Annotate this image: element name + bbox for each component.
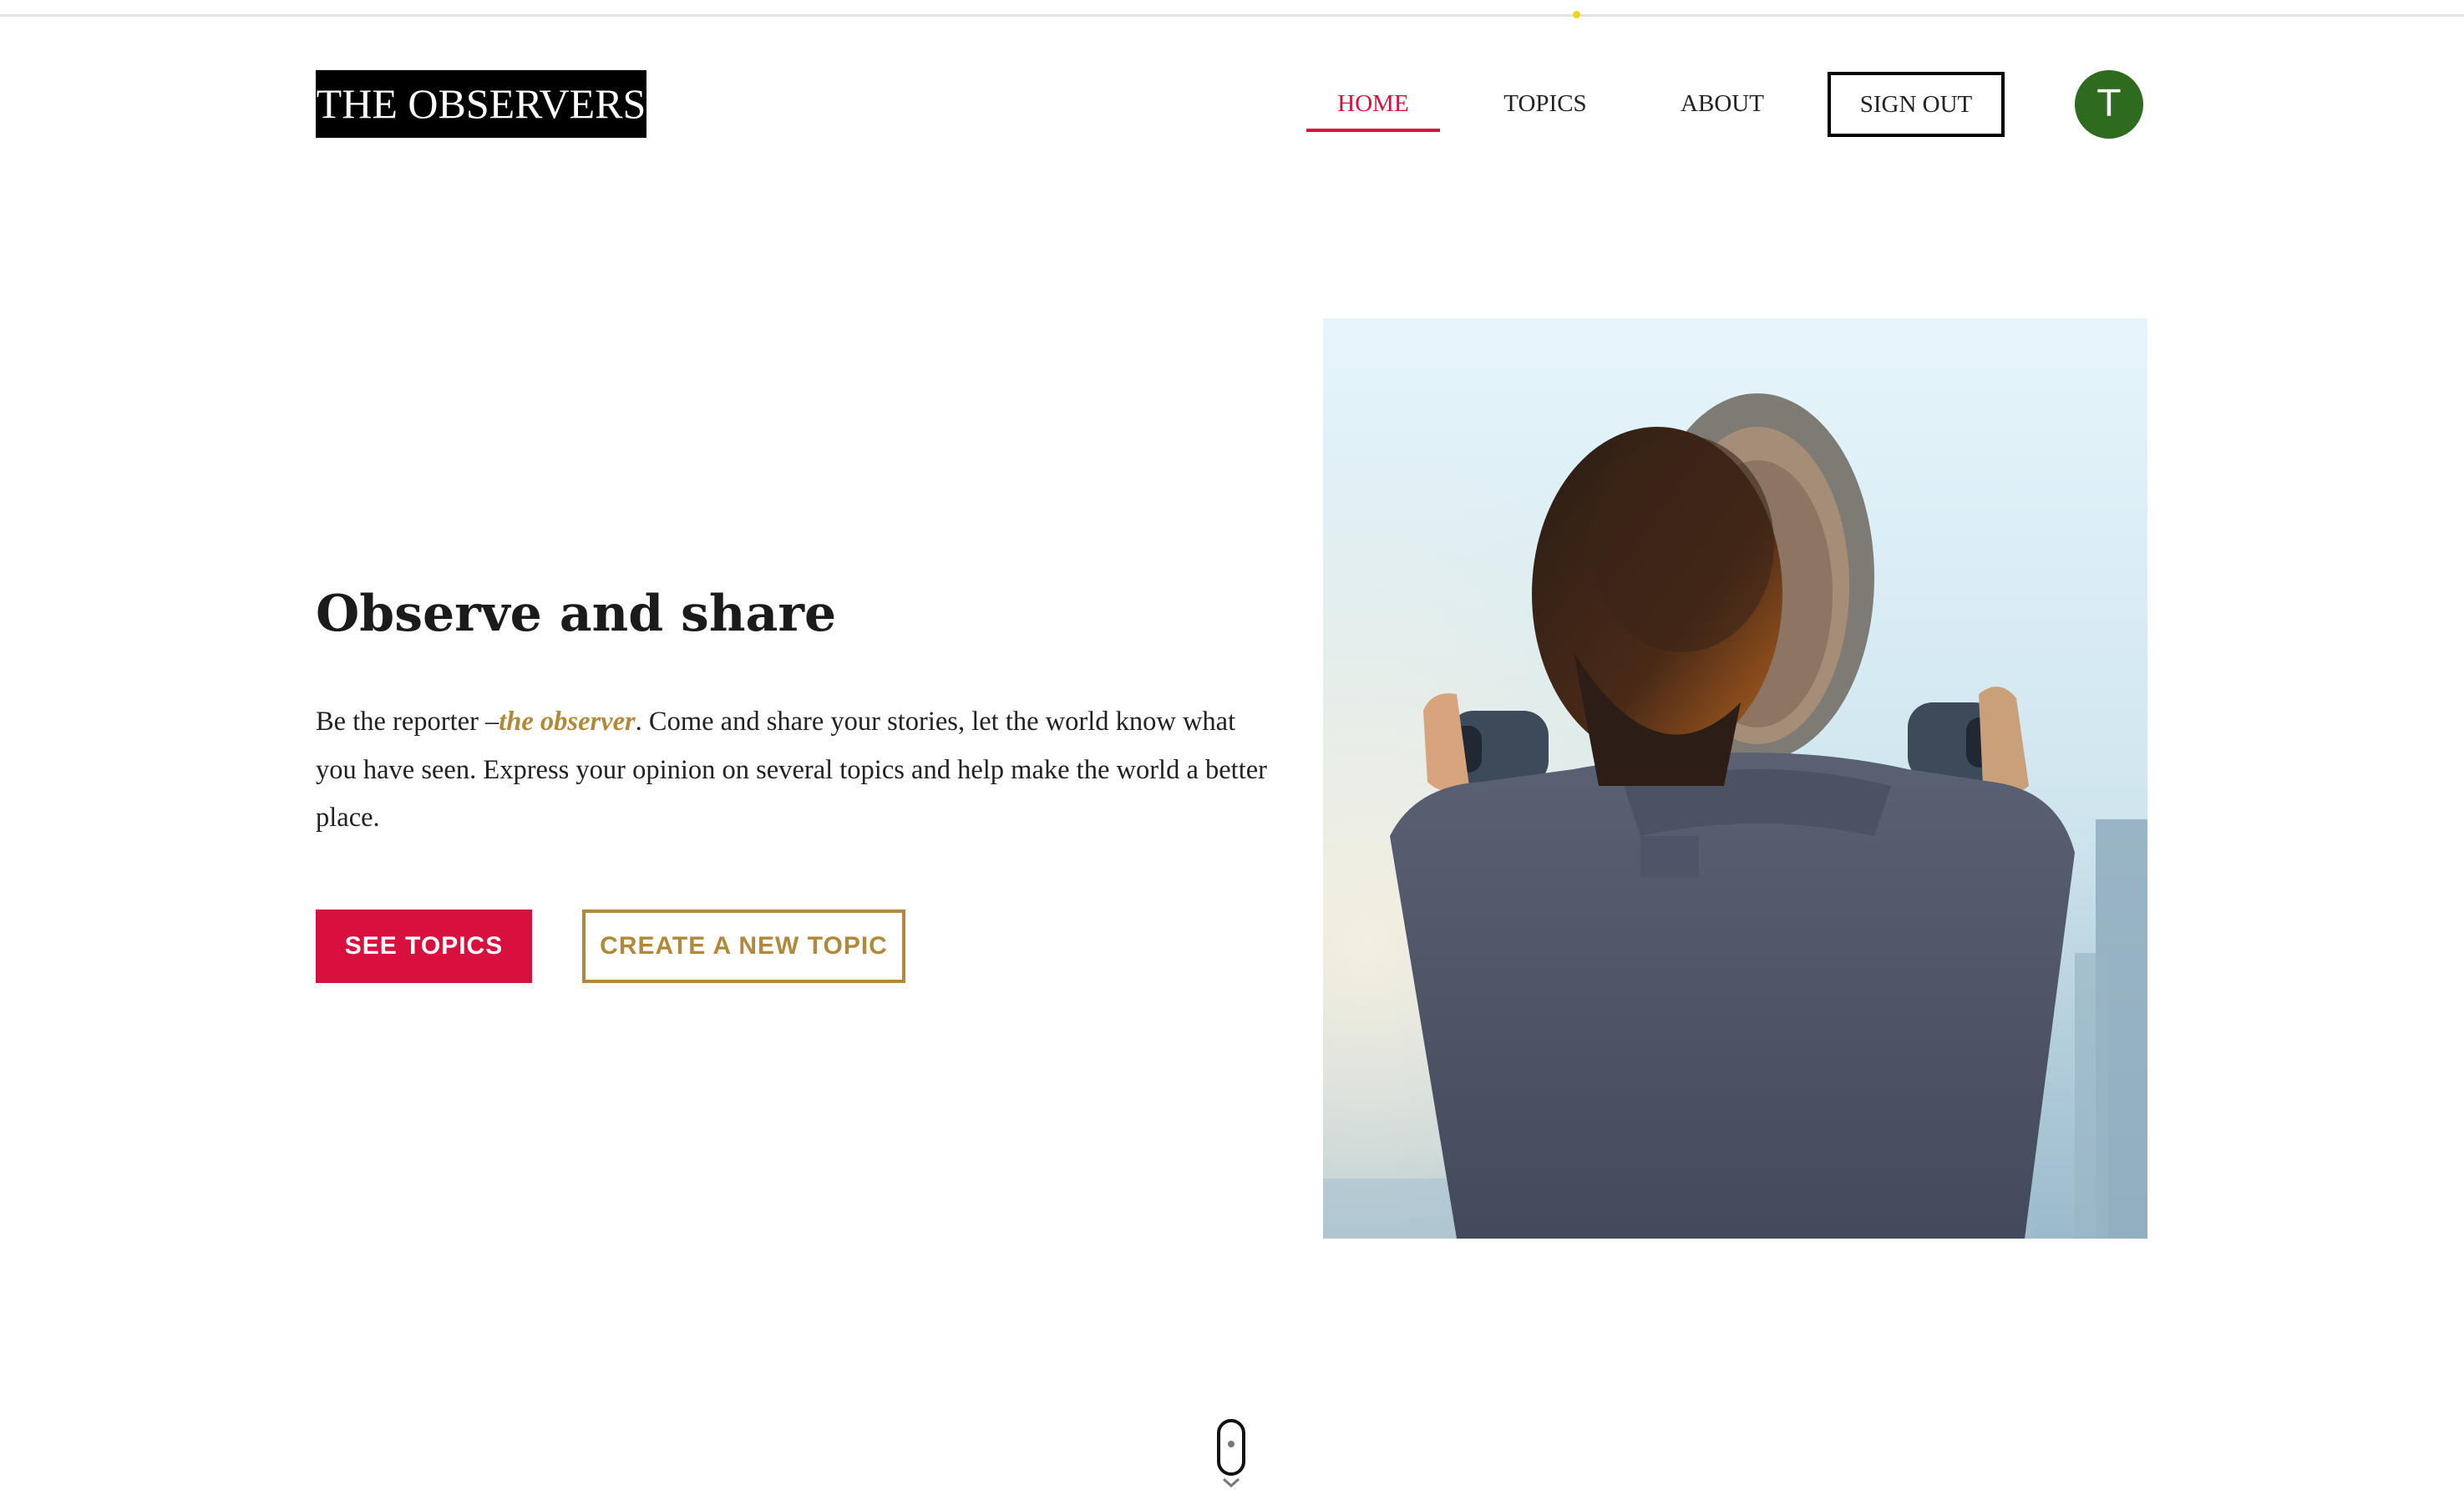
hero-description: Be the reporter –the observer. Come and …	[316, 698, 1276, 843]
see-topics-button[interactable]: SEE TOPICS	[316, 910, 532, 983]
hero-image	[1323, 318, 2147, 1239]
nav-topics-link[interactable]: TOPICS	[1478, 70, 1612, 138]
site-logo[interactable]: THE OBSERVERS	[316, 70, 646, 138]
binoculars-person-icon	[1323, 318, 2147, 1239]
hero-title: Observe and share	[316, 585, 837, 643]
mouse-scroll-icon	[1228, 1441, 1235, 1447]
user-avatar[interactable]: T	[2075, 70, 2143, 139]
sign-out-button[interactable]: SIGN OUT	[1828, 72, 2005, 137]
create-topic-button[interactable]: CREATE A NEW TOPIC	[582, 910, 905, 983]
nav-active-underline	[1306, 129, 1440, 132]
nav-about-link[interactable]: ABOUT	[1655, 70, 1789, 138]
scroll-down-indicator[interactable]	[1217, 1419, 1245, 1476]
hero-text-start: Be the reporter –	[316, 707, 499, 737]
chevron-down-icon	[1223, 1477, 1240, 1488]
loading-dot	[1573, 11, 1580, 18]
nav-home-link[interactable]: HOME	[1306, 70, 1440, 138]
top-border-line	[0, 14, 2464, 17]
hero-text-emphasis: the observer	[499, 707, 636, 737]
